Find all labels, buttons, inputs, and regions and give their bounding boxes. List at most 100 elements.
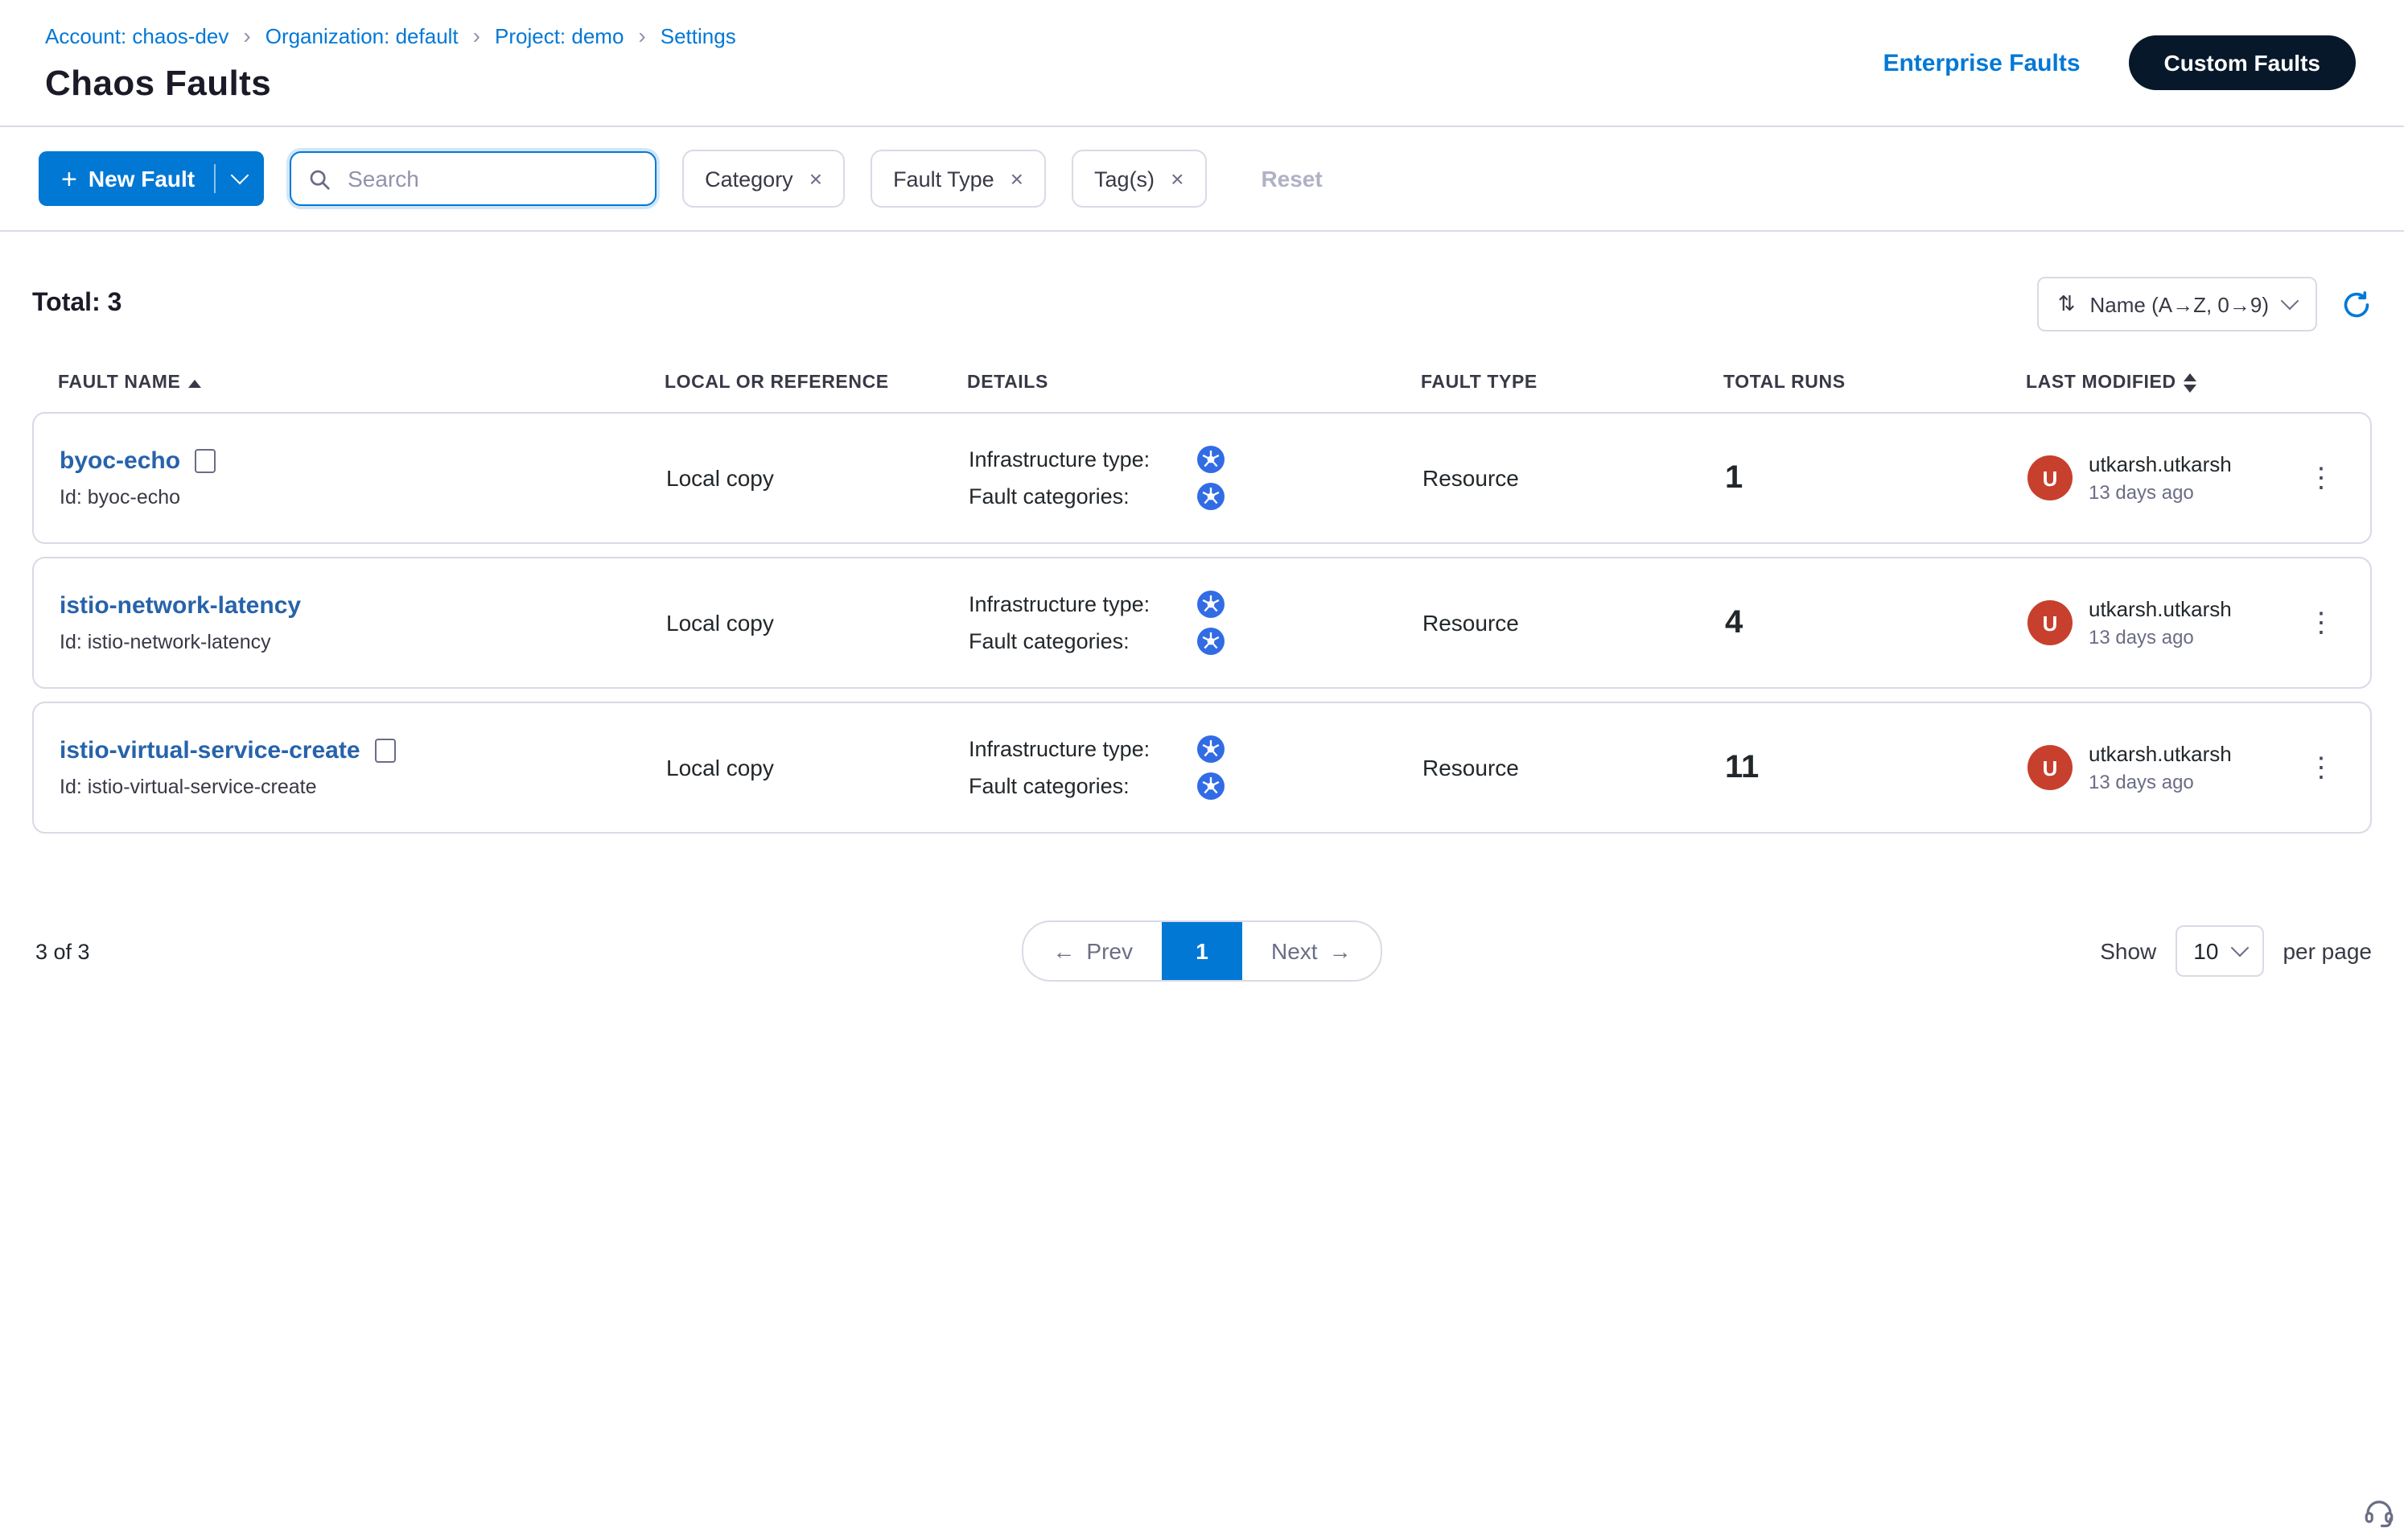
modified-by: utkarsh.utkarsh [2089,597,2232,621]
top-bar: Account: chaos-dev › Organization: defau… [0,0,2404,127]
fault-name-link[interactable]: byoc-echo [60,447,180,475]
row-menu-button[interactable]: ⋮ [2301,458,2341,498]
row-menu-button[interactable]: ⋮ [2301,603,2341,643]
fault-name-cell: istio-network-latency Id: istio-network-… [60,592,666,653]
page-size-control: Show 10 per page [2100,925,2372,977]
custom-faults-button[interactable]: Custom Faults [2129,35,2356,90]
total-runs-value: 1 [1725,459,2027,496]
avatar: U [2027,455,2073,500]
sort-label: Name (A→Z, 0→9) [2090,292,2270,316]
new-fault-dropdown[interactable] [216,151,264,206]
total-count: Total: 3 [32,290,121,319]
kubernetes-icon [1197,628,1225,655]
column-local-or-reference: LOCAL OR REFERENCE [665,373,967,393]
close-icon[interactable]: × [809,167,822,190]
filter-category[interactable]: Category × [682,150,845,208]
filter-fault-type-label: Fault Type [893,167,994,191]
support-button[interactable] [2362,1495,2396,1537]
chevron-right-icon: › [473,23,480,48]
kubernetes-icon [1197,735,1225,763]
sort-both-icon [2184,373,2197,393]
search-box [290,151,657,206]
doc-icon [195,449,216,473]
refresh-icon [2341,289,2372,319]
fault-categories-label: Fault categories: [969,774,1183,798]
plus-icon: + [61,165,77,192]
next-page-button[interactable]: Next → [1242,922,1381,980]
doc-icon [375,739,396,763]
local-or-reference-value: Local copy [666,610,969,636]
modified-date: 13 days ago [2089,771,2232,793]
avatar: U [2027,600,2073,645]
filter-tags[interactable]: Tag(s) × [1072,150,1206,208]
close-icon[interactable]: × [1171,167,1183,190]
infrastructure-type-label: Infrastructure type: [969,447,1183,471]
breadcrumb-item-organization[interactable]: Organization: default [266,23,459,47]
reset-filters-button[interactable]: Reset [1261,166,1322,191]
breadcrumb-item-account[interactable]: Account: chaos-dev [45,23,228,47]
local-or-reference-value: Local copy [666,465,969,491]
filter-tags-label: Tag(s) [1094,167,1155,191]
close-icon[interactable]: × [1011,167,1023,190]
column-total-runs: TOTAL RUNS [1723,373,2026,393]
column-fault-name[interactable]: FAULT NAME [58,373,665,393]
pager: ← Prev 1 Next → [1022,920,1381,982]
local-or-reference-value: Local copy [666,755,969,780]
arrow-left-icon: ← [1052,938,1075,964]
fault-name-link[interactable]: istio-network-latency [60,592,301,620]
last-modified-cell: U utkarsh.utkarsh 13 days ago [2027,742,2344,793]
fault-type-value: Resource [1422,465,1725,491]
chevron-down-icon [231,167,249,185]
chevron-down-icon [2230,939,2249,957]
infrastructure-type-label: Infrastructure type: [969,592,1183,616]
details-cell: Infrastructure type: Fault categories: [969,591,1422,655]
kubernetes-icon [1197,483,1225,510]
fault-type-value: Resource [1422,610,1725,636]
kubernetes-icon [1197,772,1225,800]
fault-name-cell: byoc-echo Id: byoc-echo [60,447,666,509]
fault-categories-label: Fault categories: [969,484,1183,509]
header-actions: Enterprise Faults Custom Faults [1883,35,2356,90]
enterprise-faults-link[interactable]: Enterprise Faults [1883,49,2080,76]
prev-page-button[interactable]: ← Prev [1023,922,1162,980]
table-row: istio-network-latency Id: istio-network-… [32,557,2372,689]
chevron-down-icon [2281,292,2299,311]
search-icon [307,167,331,191]
headset-icon [2362,1495,2396,1529]
sort-asc-icon [189,379,202,387]
breadcrumb-item-project[interactable]: Project: demo [495,23,624,47]
toolbar: + New Fault Category × Fault Type × Tag(… [0,127,2404,232]
kubernetes-icon [1197,591,1225,618]
search-input[interactable] [344,164,639,193]
fault-id: Id: byoc-echo [60,486,666,509]
chevron-right-icon: › [638,23,645,48]
range-label: 3 of 3 [35,939,90,963]
modified-by: utkarsh.utkarsh [2089,452,2232,476]
new-fault-label: New Fault [89,166,195,191]
column-last-modified[interactable]: LAST MODIFIED [2026,373,2346,393]
table-column-headers: FAULT NAME LOCAL OR REFERENCE DETAILS FA… [32,331,2372,412]
per-page-label: per page [2283,938,2372,964]
details-cell: Infrastructure type: Fault categories: [969,446,1422,510]
filter-category-label: Category [705,167,793,191]
sort-select[interactable]: ⇅ Name (A→Z, 0→9) [2037,277,2317,331]
column-fault-type: FAULT TYPE [1421,373,1723,393]
row-menu-button[interactable]: ⋮ [2301,747,2341,788]
new-fault-button[interactable]: + New Fault [39,151,264,206]
breadcrumb-item-settings[interactable]: Settings [661,23,736,47]
details-cell: Infrastructure type: Fault categories: [969,735,1422,800]
modified-by: utkarsh.utkarsh [2089,742,2232,766]
infrastructure-type-label: Infrastructure type: [969,737,1183,761]
fault-type-value: Resource [1422,755,1725,780]
page-size-select[interactable]: 10 [2176,925,2263,977]
fault-categories-label: Fault categories: [969,629,1183,653]
avatar: U [2027,745,2073,790]
fault-name-link[interactable]: istio-virtual-service-create [60,737,360,764]
fault-id: Id: istio-virtual-service-create [60,776,666,798]
fault-id: Id: istio-network-latency [60,631,666,653]
pagination: 3 of 3 ← Prev 1 Next → Show 10 per pag [32,920,2372,982]
page-number-button[interactable]: 1 [1162,922,1242,980]
filter-fault-type[interactable]: Fault Type × [871,150,1046,208]
table-row: byoc-echo Id: byoc-echo Local copy Infra… [32,412,2372,544]
refresh-button[interactable] [2341,289,2372,319]
